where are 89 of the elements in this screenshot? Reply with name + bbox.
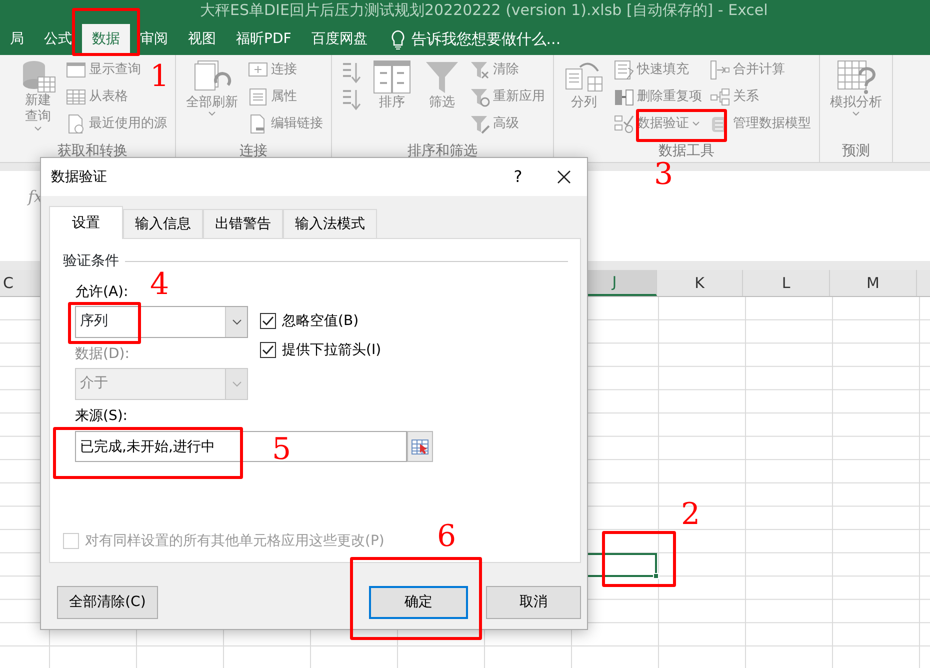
filter-icon bbox=[424, 59, 460, 95]
relationships-icon bbox=[710, 87, 730, 107]
ribbon-button[interactable]: 快速填充 bbox=[614, 60, 689, 80]
group-label: 数据工具 bbox=[658, 142, 716, 161]
annotation-number: 1 bbox=[150, 62, 170, 92]
ribbon-button[interactable]: 分列 bbox=[562, 59, 606, 141]
ribbon-tab[interactable]: 审阅 bbox=[130, 24, 178, 55]
group-label: 获取和转换 bbox=[56, 142, 128, 161]
annotation-number: 6 bbox=[437, 522, 456, 552]
what-if-icon bbox=[836, 59, 876, 95]
ribbon-button[interactable]: 显示查询 bbox=[66, 60, 141, 80]
annotation-number: 5 bbox=[272, 435, 292, 465]
ribbon-button[interactable]: 高级 bbox=[470, 114, 519, 134]
ribbon-button[interactable]: 合并计算 bbox=[710, 60, 785, 80]
ribbon-button[interactable]: 排序 bbox=[370, 59, 414, 141]
field-label: 来源(S): bbox=[75, 408, 128, 424]
ribbon-tab[interactable]: 视图 bbox=[178, 24, 226, 55]
ribbon-button[interactable]: 连接 bbox=[248, 60, 297, 80]
ribbon-button[interactable]: 全部刷新 bbox=[184, 59, 240, 141]
checkbox[interactable]: 忽略空值(B) bbox=[260, 308, 359, 334]
dialog-tab[interactable]: 输入法模式 bbox=[283, 209, 377, 238]
filter-pencil-icon bbox=[470, 114, 490, 134]
annotation-number: 3 bbox=[654, 160, 674, 190]
dialog-tab[interactable]: 输入信息 bbox=[123, 209, 203, 238]
help-button[interactable]: ? bbox=[495, 158, 541, 196]
ribbon-button[interactable]: 管理数据模型 bbox=[710, 114, 811, 134]
section-label: 验证条件 bbox=[63, 252, 119, 271]
lightbulb-icon bbox=[391, 30, 406, 50]
ribbon-button[interactable]: 筛选 bbox=[422, 59, 462, 141]
dropdown-field[interactable]: 序列 bbox=[75, 306, 248, 338]
window-icon bbox=[66, 61, 86, 79]
remove-duplicates-icon bbox=[614, 87, 634, 107]
ribbon-button[interactable]: 模拟分析 bbox=[828, 59, 884, 141]
group-label: 连接 bbox=[238, 142, 268, 161]
link-icon bbox=[248, 61, 268, 79]
dialog-tab[interactable]: 出错警告 bbox=[203, 209, 283, 238]
ribbon-button[interactable]: 清除 bbox=[470, 60, 519, 80]
column-header[interactable]: M bbox=[830, 270, 917, 296]
ribbon-button[interactable]: 重新应用 bbox=[470, 87, 545, 107]
ribbon-tab[interactable]: 福昕PDF bbox=[226, 24, 302, 55]
annotation-number: 4 bbox=[150, 270, 170, 300]
sort-icon bbox=[340, 88, 362, 112]
group-label: 排序和筛选 bbox=[406, 142, 478, 161]
group-label: 预测 bbox=[841, 142, 871, 161]
dialog-button[interactable]: 确定 bbox=[368, 586, 468, 619]
sort-icon bbox=[372, 59, 412, 95]
range-picker-button[interactable] bbox=[407, 431, 433, 462]
ribbon-tab[interactable]: 数据 bbox=[82, 24, 130, 55]
flash-fill-icon bbox=[614, 60, 634, 80]
filter-refresh-icon bbox=[470, 87, 490, 107]
dialog-button[interactable]: 取消 bbox=[486, 586, 581, 619]
ribbon-button[interactable]: 编辑链接 bbox=[248, 114, 323, 134]
ribbon-button[interactable]: 新建查询 bbox=[18, 59, 58, 141]
data-validation-icon bbox=[614, 114, 634, 134]
window-title: 大秤ES单DIE回片后压力测试规划20220222 (version 1).xlsb [自动保存的] - Excel bbox=[200, 1, 768, 19]
list-icon bbox=[248, 88, 268, 106]
consolidate-icon bbox=[710, 60, 730, 80]
dialog-title: 数据验证 bbox=[51, 168, 108, 186]
tell-me-field[interactable]: 告诉我您想要做什么... bbox=[409, 27, 570, 52]
sort-button[interactable] bbox=[340, 90, 362, 110]
ribbon-tab[interactable]: 公式 bbox=[34, 24, 82, 55]
ribbon-tab[interactable]: 局 bbox=[0, 24, 34, 55]
database-icon bbox=[20, 59, 56, 93]
sort-button[interactable] bbox=[340, 63, 362, 83]
filter-clear-icon bbox=[470, 60, 490, 80]
ribbon-tab[interactable]: 百度网盘 bbox=[301, 24, 378, 55]
close-icon bbox=[557, 170, 571, 184]
annotation-number: 2 bbox=[681, 500, 700, 530]
annotation-box bbox=[72, 8, 140, 56]
table-icon bbox=[66, 88, 86, 106]
dialog-tab[interactable]: 设置 bbox=[49, 206, 123, 239]
ribbon-button[interactable]: 关系 bbox=[710, 87, 759, 107]
range-select-icon bbox=[411, 438, 429, 455]
caret-icon bbox=[232, 318, 242, 325]
check-icon bbox=[262, 316, 274, 326]
field-label: 允许(A): bbox=[75, 284, 128, 301]
ribbon-button[interactable]: 属性 bbox=[248, 87, 297, 107]
column-header[interactable]: L bbox=[743, 270, 830, 296]
checkbox[interactable]: 提供下拉箭头(I) bbox=[260, 337, 382, 363]
ribbon-button[interactable]: 最近使用的源 bbox=[66, 114, 167, 134]
field-label: 数据(D): bbox=[75, 346, 130, 363]
dialog-button[interactable]: 全部清除(C) bbox=[57, 586, 158, 619]
sort-icon bbox=[340, 61, 362, 85]
check-icon bbox=[262, 345, 274, 355]
caret-icon bbox=[232, 380, 242, 387]
column-header[interactable]: K bbox=[657, 270, 743, 296]
ribbon-button[interactable]: 删除重复项 bbox=[614, 87, 702, 107]
document-clock-icon bbox=[66, 114, 86, 134]
ribbon-button[interactable]: 从表格 bbox=[66, 87, 128, 107]
